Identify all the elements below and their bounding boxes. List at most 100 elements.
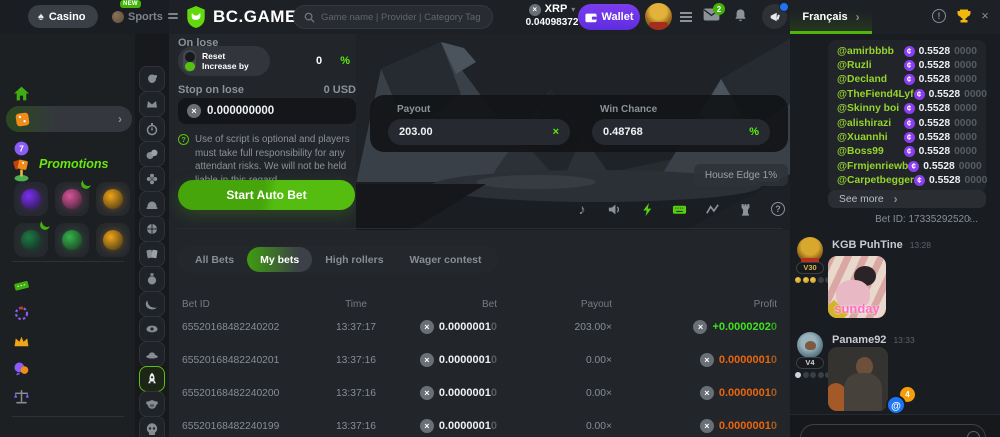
game-shortcut-helmet[interactable] — [139, 191, 165, 217]
tab-high-rollers[interactable]: High rollers — [312, 246, 396, 273]
reset-option[interactable]: Reset — [202, 51, 249, 61]
winner-username[interactable]: @Frmjenriewb — [837, 161, 908, 172]
sidebar-item-provably-fair[interactable] — [0, 384, 135, 408]
sidebar-item-affiliate[interactable] — [0, 301, 135, 325]
trophy-icon[interactable] — [956, 8, 972, 24]
chat-image[interactable]: sunday — [828, 256, 886, 318]
increase-value[interactable]: 0 — [316, 55, 322, 67]
start-auto-bet-button[interactable]: Start Auto Bet — [178, 180, 355, 210]
chat-info-icon[interactable]: ! — [932, 9, 946, 23]
music-button[interactable]: ♪ — [572, 199, 592, 219]
mention-reaction-icon[interactable]: @ — [886, 395, 906, 415]
on-lose-toggle[interactable]: Reset Increase by — [178, 46, 270, 76]
casino-toggle[interactable]: ♠ Casino — [28, 5, 98, 28]
chat-notification-dot — [779, 2, 789, 12]
promo-tile-piggy-bank[interactable] — [96, 182, 130, 216]
sidebar-item-promotions[interactable]: Promotions — [0, 152, 135, 176]
win-chance-input[interactable]: 0.48768 % — [592, 119, 770, 145]
sidebar-item-vip-club[interactable] — [0, 329, 135, 353]
bet-row[interactable]: 65520168482240201 13:37:16 ×0.00000010 0… — [169, 344, 790, 376]
winner-username[interactable]: @Boss99 — [837, 146, 884, 157]
winner-username[interactable]: @Skinny boi — [837, 103, 899, 114]
game-shortcut-skull[interactable] — [139, 416, 165, 437]
see-more-button[interactable]: See more › — [828, 190, 986, 208]
game-shortcut-monkey[interactable] — [139, 391, 165, 417]
winner-row[interactable]: @TheFiend4Lyf ¢ 0.55280000 — [837, 87, 977, 101]
winner-row[interactable]: @Xuannhi ¢ 0.55280000 — [837, 130, 977, 144]
tab-wager-contest[interactable]: Wager contest — [397, 246, 495, 273]
promo-tile-prize-wheel[interactable] — [55, 182, 89, 216]
hotkeys-button[interactable] — [670, 199, 690, 219]
winner-username[interactable]: @Decland — [837, 74, 887, 85]
game-shortcut-timer[interactable] — [139, 116, 165, 142]
tab-all-bets[interactable]: All Bets — [182, 246, 247, 273]
winner-row[interactable]: @Carpetbegger ¢ 0.55280000 — [837, 174, 977, 188]
winner-username[interactable]: @Carpetbegger — [837, 175, 914, 186]
winner-row[interactable]: @Skinny boi ¢ 0.55280000 — [837, 102, 977, 116]
bet-row[interactable]: 65520168482240200 13:37:16 ×0.00000010 0… — [169, 377, 790, 409]
tab-my-bets[interactable]: My bets — [247, 247, 312, 272]
chat-toggle-icon[interactable] — [762, 4, 787, 29]
close-chat-icon[interactable]: × — [978, 8, 992, 24]
chat-username[interactable]: Paname92 — [832, 334, 886, 346]
trends-button[interactable] — [703, 199, 723, 219]
emoji-picker-icon[interactable] — [967, 431, 980, 437]
language-selector[interactable]: Français › — [790, 0, 872, 34]
payout-input[interactable]: 203.00 × — [388, 119, 570, 145]
winner-username[interactable]: @amirbbbb — [837, 46, 894, 57]
game-shortcut-eye[interactable] — [139, 316, 165, 342]
bell-icon[interactable] — [733, 8, 751, 26]
game-shortcut-fist[interactable] — [139, 66, 165, 92]
increase-by-option[interactable]: Increase by — [202, 61, 249, 71]
bc-game-logo[interactable]: BC.GAME — [185, 5, 297, 29]
bet-row[interactable]: 65520168482240199 13:37:16 ×0.00000010 0… — [169, 410, 790, 437]
chat-input[interactable] — [800, 424, 986, 437]
bet-row[interactable]: 65520168482240202 13:37:17 ×0.00000010 2… — [169, 311, 790, 343]
menu-toggle-icon[interactable] — [168, 13, 178, 21]
sidebar-item-bc-originals[interactable]: › — [6, 106, 132, 132]
sports-toggle[interactable]: NEW Sports — [112, 5, 163, 28]
winner-row[interactable]: @Boss99 ¢ 0.55280000 — [837, 145, 977, 159]
winner-row[interactable]: @Ruzli ¢ 0.55280000 — [837, 58, 977, 72]
mail-icon[interactable]: 2 — [703, 8, 721, 26]
strategy-button[interactable] — [735, 199, 755, 219]
bet-id-link[interactable]: Bet ID: 17335292520... — [828, 214, 978, 225]
account-menu-icon[interactable] — [680, 12, 692, 22]
game-shortcut-rocket[interactable] — [139, 366, 165, 392]
chat-username[interactable]: KGB PuhTine — [832, 239, 903, 251]
winner-row[interactable]: @amirbbbb ¢ 0.55280000 — [837, 44, 977, 58]
winner-row[interactable]: @alishirazi ¢ 0.55280000 — [837, 116, 977, 130]
bolt-button[interactable] — [637, 199, 657, 219]
game-shortcut-coins[interactable] — [139, 141, 165, 167]
game-shortcut-ball[interactable] — [139, 216, 165, 242]
promo-tile-cash[interactable] — [55, 223, 89, 257]
game-shortcut-grenade[interactable] — [139, 266, 165, 292]
game-shortcut-crown[interactable] — [139, 91, 165, 117]
promo-tile-leaf[interactable] — [14, 223, 48, 257]
sidebar-item-lottery[interactable] — [0, 273, 135, 297]
user-avatar[interactable] — [645, 3, 672, 30]
winner-username[interactable]: @Ruzli — [837, 60, 872, 71]
avatar[interactable] — [797, 332, 823, 358]
stop-on-lose-input[interactable]: × 0.000000000 — [178, 98, 356, 124]
chat-image[interactable] — [828, 347, 888, 411]
promo-tile-zen[interactable] — [96, 223, 130, 257]
help-button[interactable]: ? — [768, 199, 788, 219]
game-shortcut-flower[interactable] — [139, 166, 165, 192]
sound-button[interactable] — [605, 199, 625, 219]
sidebar-item-forum[interactable] — [0, 356, 135, 380]
game-shortcut-cards[interactable] — [139, 241, 165, 267]
winner-row[interactable]: @Decland ¢ 0.55280000 — [837, 73, 977, 87]
winner-row[interactable]: @Frmjenriewb ¢ 0.55280000 — [837, 159, 977, 173]
winner-username[interactable]: @alishirazi — [837, 118, 891, 129]
chevron-right-icon[interactable]: › — [968, 213, 972, 225]
search-input[interactable] — [321, 12, 482, 23]
game-shortcut-hat[interactable] — [139, 341, 165, 367]
winner-username[interactable]: @Xuannhi — [837, 132, 888, 143]
avatar[interactable] — [797, 237, 823, 263]
wallet-button[interactable]: Wallet — [578, 4, 640, 30]
winner-username[interactable]: @TheFiend4Lyf — [837, 89, 914, 100]
promo-tile-spiral-target[interactable] — [14, 182, 48, 216]
game-shortcut-banana[interactable] — [139, 291, 165, 317]
sidebar-item-home[interactable] — [0, 81, 135, 105]
